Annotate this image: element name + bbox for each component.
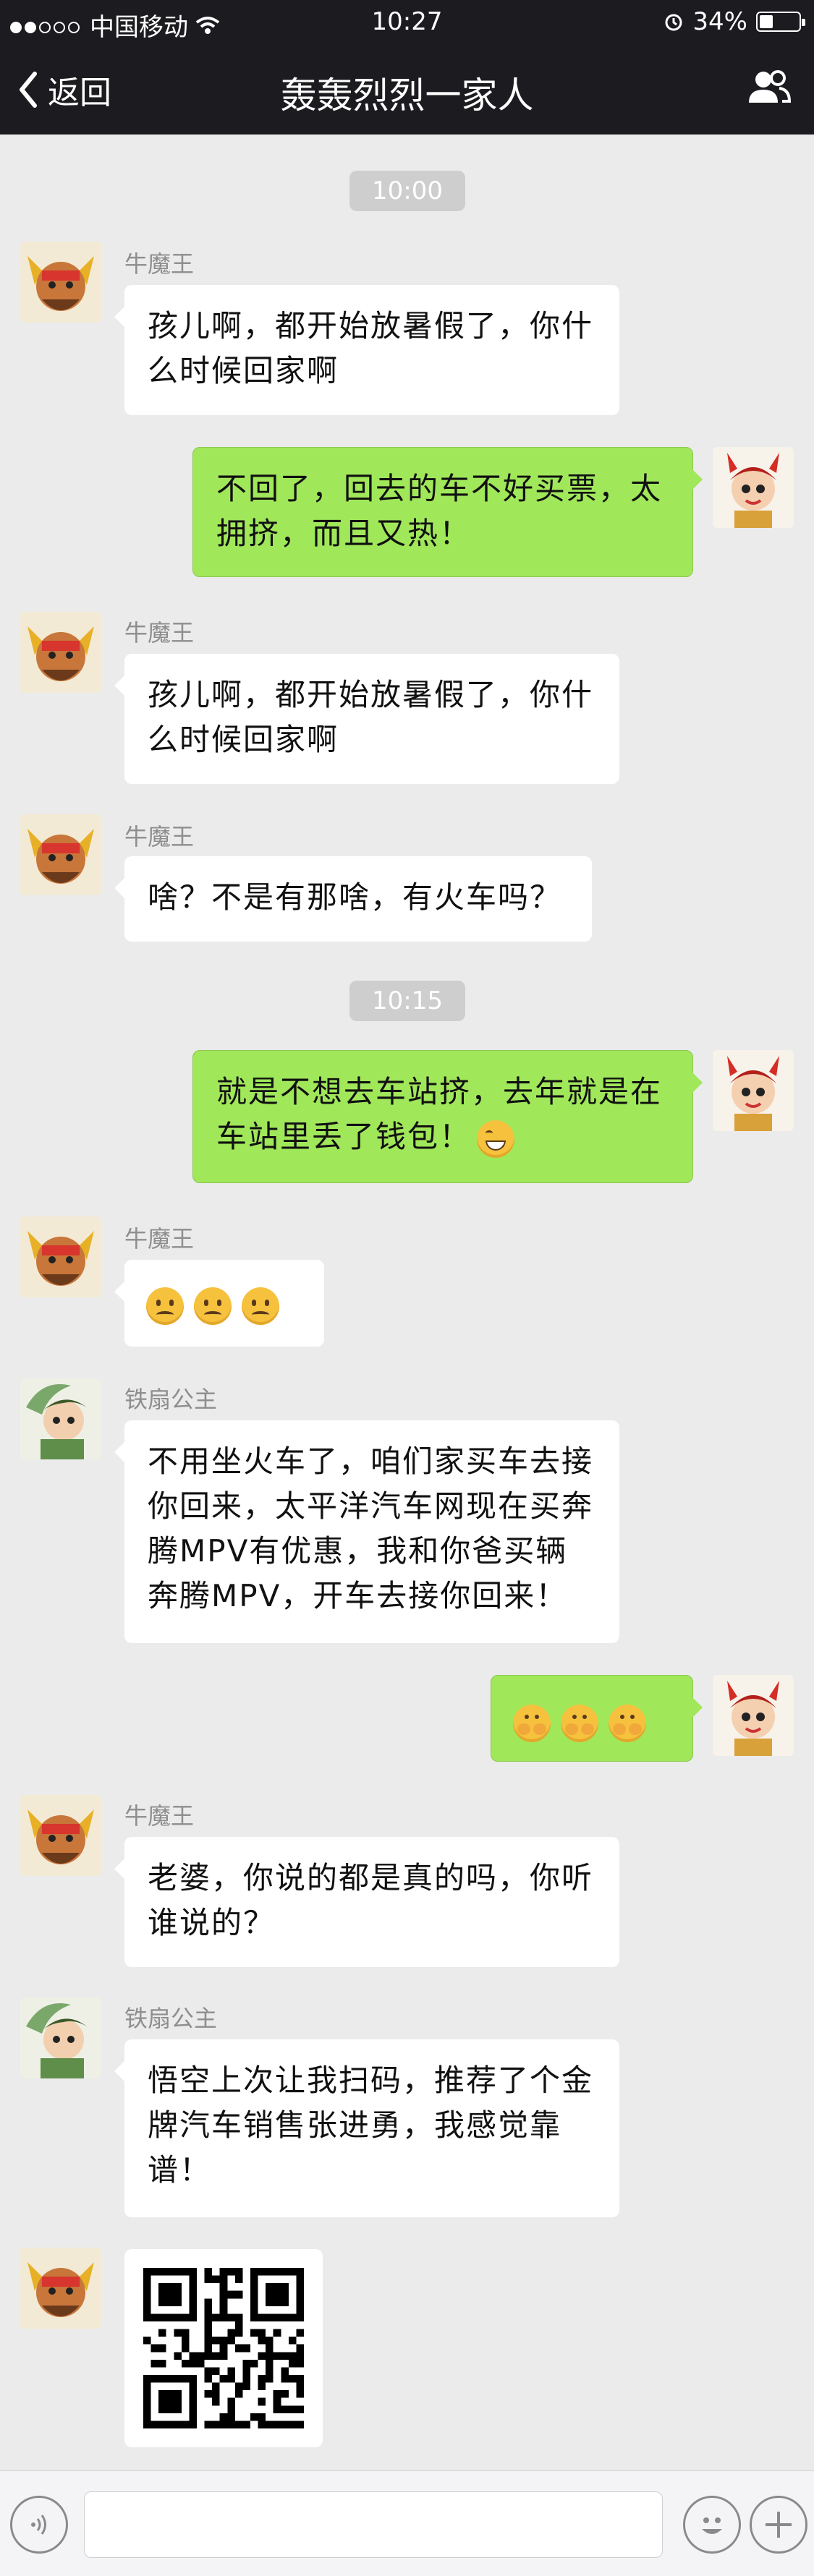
message-input[interactable]	[84, 2491, 663, 2558]
sender-name: 牛魔王	[124, 1802, 195, 1830]
frown-emoji-icon	[194, 1287, 232, 1325]
message-bubble[interactable]: 不回了，回去的车不好买票，太拥挤，而且又热！	[192, 447, 703, 577]
blush-emoji-icon	[477, 1119, 515, 1158]
sender-name: 牛魔王	[124, 619, 195, 647]
battery-percent: 34%	[692, 7, 747, 36]
avatar-niumowang[interactable]	[20, 1216, 101, 1297]
avatar-tieshan[interactable]	[20, 1378, 101, 1459]
hug-emoji-icon	[561, 1704, 598, 1742]
avatar-self[interactable]	[713, 1050, 794, 1131]
group-members-icon[interactable]	[746, 68, 792, 108]
avatar-self[interactable]	[713, 1675, 794, 1756]
sender-name: 牛魔王	[124, 250, 195, 278]
message-bubble[interactable]: 不用坐火车了，咱们家买车去接你回来，太平洋汽车网现在买奔腾MPV有优惠，我和你爸…	[114, 1420, 619, 1643]
avatar-niumowang[interactable]	[20, 2248, 101, 2329]
time-divider: 10:00	[349, 171, 465, 211]
emoji-button[interactable]	[683, 2496, 741, 2554]
sender-name: 牛魔王	[124, 1225, 195, 1253]
frown-emoji-icon	[242, 1287, 279, 1325]
avatar-niumowang[interactable]	[20, 242, 101, 323]
status-bar: 中国移动 10:27 34%	[0, 0, 814, 45]
message-bubble[interactable]: 孩儿啊，都开始放暑假了，你什么时候回家啊	[114, 285, 619, 415]
emoji-icon	[702, 2517, 722, 2534]
nav-bar: 返回 轰轰烈烈一家人	[0, 45, 814, 135]
chat-title: 轰轰烈烈一家人	[280, 74, 534, 116]
message-bubble[interactable]: 就是不想去车站挤，去年就是在车站里丢了钱包！	[192, 1050, 703, 1183]
avatar-niumowang[interactable]	[20, 612, 101, 693]
avatar-niumowang[interactable]	[20, 1795, 101, 1876]
message-bubble[interactable]	[491, 1675, 703, 1762]
sender-name: 铁扇公主	[124, 1386, 218, 1413]
alarm-icon	[665, 14, 682, 31]
message-text: 就是不想去车站挤，去年就是在车站里丢了钱包！	[216, 1074, 663, 1154]
hug-emoji-icon	[609, 1704, 646, 1742]
message-bubble[interactable]: 悟空上次让我扫码，推荐了个金牌汽车销售张进勇，我感觉靠谱！	[114, 2039, 619, 2217]
sender-name: 牛魔王	[124, 823, 195, 850]
avatar-self[interactable]	[713, 447, 794, 528]
avatar-niumowang[interactable]	[20, 814, 101, 895]
qr-code-message[interactable]	[124, 2249, 323, 2447]
battery-icon	[756, 12, 805, 32]
more-button[interactable]	[750, 2496, 807, 2554]
message-bubble[interactable]: 啥？不是有那啥，有火车吗？	[114, 856, 592, 942]
message-bubble[interactable]	[114, 1260, 324, 1347]
message-bubble[interactable]: 老婆，你说的都是真的吗，你听谁说的？	[114, 1837, 619, 1967]
hug-emoji-icon	[513, 1704, 551, 1742]
qr-code-image	[143, 2268, 304, 2428]
time-divider: 10:15	[349, 981, 465, 1021]
frown-emoji-icon	[146, 1287, 184, 1325]
voice-icon	[31, 2515, 46, 2535]
voice-button[interactable]	[10, 2496, 68, 2554]
chat-area[interactable]: 10:00 牛魔王 孩儿啊，都开始放暑假了，你什么时候回家啊 不回了，回去的车不…	[0, 135, 814, 2470]
avatar-tieshan[interactable]	[20, 1997, 101, 2078]
sender-name: 铁扇公主	[124, 2005, 218, 2032]
plus-icon	[766, 2512, 792, 2538]
input-bar	[0, 2470, 814, 2576]
message-bubble[interactable]: 孩儿啊，都开始放暑假了，你什么时候回家啊	[114, 654, 619, 784]
